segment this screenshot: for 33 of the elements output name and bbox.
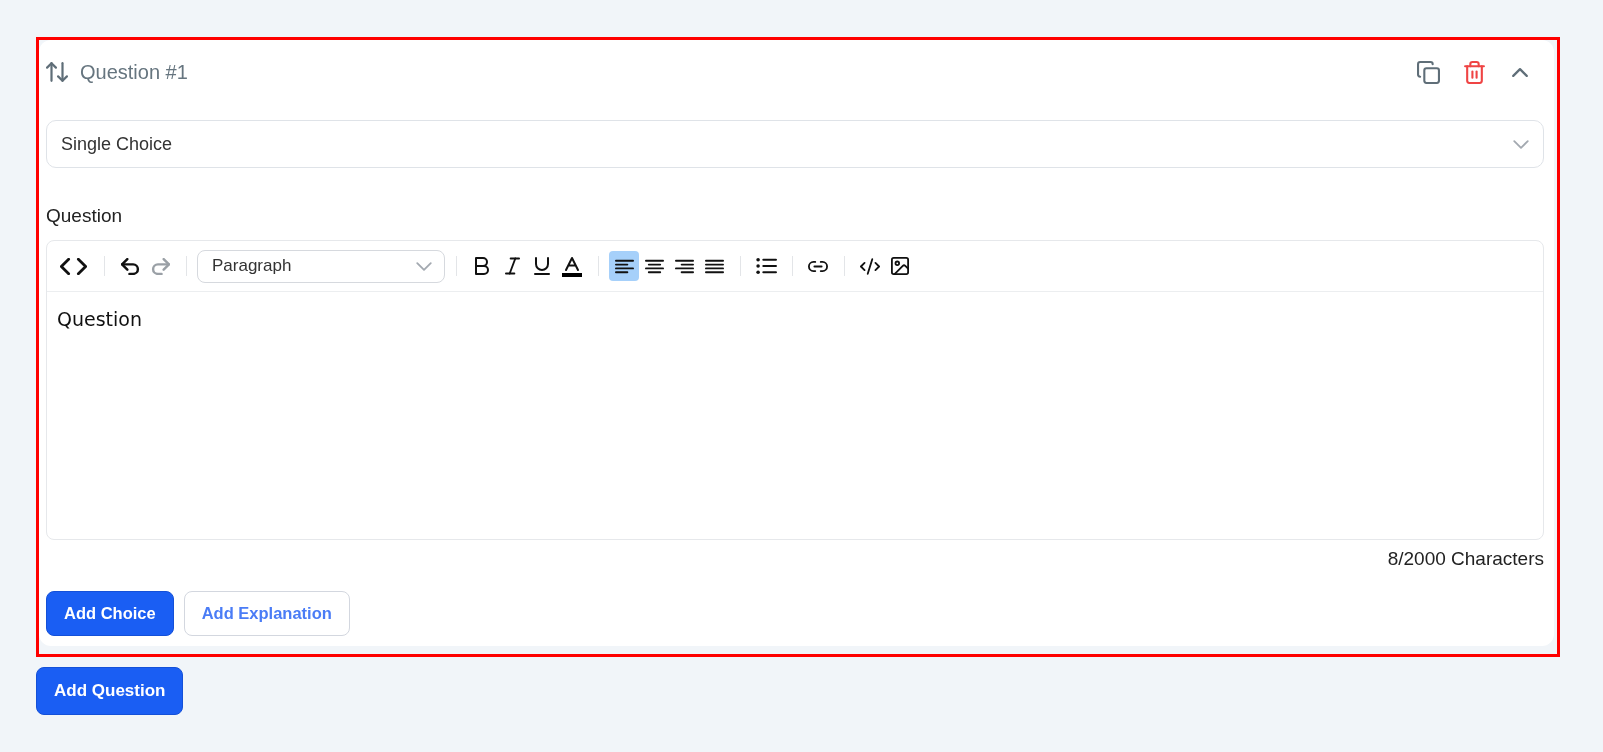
align-left-icon — [614, 258, 634, 274]
align-justify-icon — [704, 258, 724, 274]
chevron-up-icon — [1512, 67, 1528, 77]
align-right-icon — [674, 258, 694, 274]
image-icon — [891, 257, 909, 275]
align-center-icon — [644, 258, 664, 274]
bullet-list-icon — [755, 257, 777, 275]
add-question-button[interactable]: Add Question — [36, 667, 184, 715]
question-title: Question #1 — [80, 60, 188, 84]
delete-button[interactable] — [1462, 60, 1486, 84]
align-left-button[interactable] — [609, 251, 639, 281]
bold-icon — [475, 257, 489, 275]
copy-button[interactable] — [1416, 60, 1440, 84]
text-color-icon — [562, 255, 582, 277]
trash-icon — [1463, 60, 1485, 84]
undo-icon — [120, 257, 140, 275]
copy-icon — [1416, 60, 1440, 84]
redo-icon — [150, 257, 170, 275]
angle-brackets-icon — [59, 257, 87, 275]
underline-icon — [534, 257, 550, 275]
question-type-select[interactable]: Single Choice — [46, 120, 1544, 168]
link-icon — [808, 260, 828, 272]
add-choice-button[interactable]: Add Choice — [46, 591, 174, 636]
character-count: 8/2000 Characters — [1387, 547, 1544, 571]
add-explanation-button[interactable]: Add Explanation — [183, 591, 350, 636]
up-down-arrows-icon[interactable] — [46, 61, 68, 83]
chevron-down-icon — [1513, 139, 1529, 149]
italic-icon — [504, 257, 520, 275]
block-format-select[interactable]: Paragraph — [197, 249, 445, 283]
field-label: Question — [46, 204, 124, 228]
code-icon — [860, 257, 880, 275]
chevron-down-icon — [416, 261, 432, 271]
editor-field[interactable]: Question — [47, 292, 1543, 539]
